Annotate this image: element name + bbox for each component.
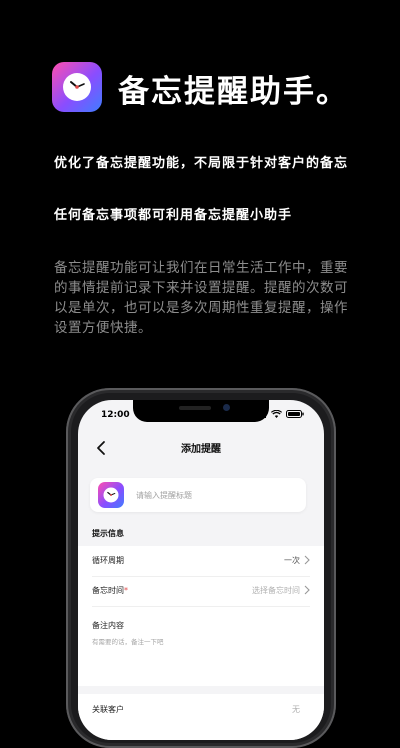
phone-notch xyxy=(133,400,269,422)
battery-icon xyxy=(286,410,304,418)
signal-icon xyxy=(255,410,266,418)
reminder-form: 循环周期 一次 备忘时间* 选择备忘时间 备注内容 有需要的话，备注一下吧 xyxy=(78,546,324,686)
linked-customer-row[interactable]: 关联客户 无 xyxy=(78,694,324,740)
reminder-time-value: 选择备忘时间 xyxy=(252,586,300,595)
chevron-right-icon xyxy=(304,585,310,595)
status-time: 12:00 xyxy=(101,410,130,420)
speaker-grille xyxy=(179,406,211,410)
reminder-time-row[interactable]: 备忘时间* 选择备忘时间 xyxy=(92,576,310,607)
highlight-1: 优化了备忘提醒功能，不局限于针对客户的备忘 xyxy=(54,156,349,171)
page-title: 添加提醒 xyxy=(181,444,221,455)
highlight-2: 任何备忘事项都可利用备忘提醒小助手 xyxy=(54,208,293,223)
reminder-title-card xyxy=(90,478,306,512)
note-input[interactable]: 有需要的话，备注一下吧 xyxy=(92,636,164,646)
repeat-cycle-value: 一次 xyxy=(284,556,300,565)
hero-title: 备忘提醒助手。 xyxy=(118,74,349,110)
repeat-cycle-row[interactable]: 循环周期 一次 xyxy=(92,546,310,577)
linked-customer-label: 关联客户 xyxy=(92,705,124,714)
clock-icon xyxy=(98,482,124,508)
phone-screen: 12:00 添加提醒 提示信息 xyxy=(78,400,324,740)
feature-description: 备忘提醒功能可让我们在日常生活工作中，重要的事情提前记录下来并设置提醒。提醒的次… xyxy=(54,260,348,336)
front-camera xyxy=(223,404,230,411)
chevron-right-icon xyxy=(304,555,310,565)
wifi-icon xyxy=(271,410,282,418)
linked-customer-value: 无 xyxy=(292,705,300,714)
reminder-title-input[interactable] xyxy=(136,487,296,503)
repeat-cycle-label: 循环周期 xyxy=(92,556,124,565)
clock-face-icon xyxy=(103,487,119,503)
clock-icon xyxy=(63,73,91,101)
status-icons xyxy=(255,410,304,418)
note-label: 备注内容 xyxy=(92,621,124,630)
app-logo-icon xyxy=(52,62,102,112)
reminder-time-label: 备忘时间* xyxy=(92,586,128,595)
required-mark: * xyxy=(124,586,128,595)
section-label: 提示信息 xyxy=(92,529,124,538)
